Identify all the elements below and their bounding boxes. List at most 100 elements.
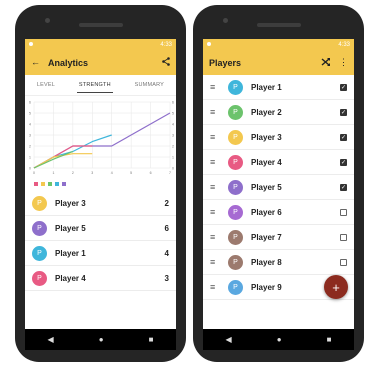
player-checkbox[interactable]: ✓ xyxy=(340,108,347,116)
avatar: P xyxy=(32,245,47,261)
page-title: Players xyxy=(209,57,242,68)
player-checkbox[interactable] xyxy=(340,233,347,241)
avatar: P xyxy=(228,79,243,95)
list-item[interactable]: P Player 3 2 xyxy=(25,191,176,216)
camera xyxy=(45,18,50,23)
x-tick-label: 0 xyxy=(33,171,35,175)
list-item[interactable]: ≡ P Player 3 ✓ xyxy=(203,125,354,150)
drag-handle-icon[interactable]: ≡ xyxy=(210,232,224,242)
nav-home-icon[interactable]: ● xyxy=(99,335,104,344)
nav-home-icon[interactable]: ● xyxy=(277,335,282,344)
strength-chart: 0123456700112233445566 xyxy=(25,96,176,191)
nav-recents-icon[interactable]: ■ xyxy=(327,335,332,344)
player-name: Player 5 xyxy=(251,182,282,192)
player-name: Player 7 xyxy=(251,232,282,242)
x-tick-label: 6 xyxy=(150,171,152,175)
page-title: Analytics xyxy=(48,57,89,68)
x-tick-label: 2 xyxy=(72,171,74,175)
list-item[interactable]: P Player 5 6 xyxy=(25,216,176,241)
x-tick-label: 7 xyxy=(169,171,171,175)
avatar: P xyxy=(32,220,47,236)
tab-summary[interactable]: SUMMARY xyxy=(135,75,164,95)
avatar: P xyxy=(228,229,243,245)
list-item[interactable]: P Player 1 4 xyxy=(25,241,176,266)
player-checkbox[interactable]: ✓ xyxy=(340,83,347,91)
back-arrow-icon[interactable]: ← xyxy=(31,58,40,67)
list-item[interactable]: ≡ P Player 1 ✓ xyxy=(203,75,354,100)
camera xyxy=(223,18,228,23)
legend-swatch xyxy=(48,182,52,186)
nav-back-icon[interactable]: ◀ xyxy=(48,335,54,344)
player-scores-list: P Player 3 2 P Player 5 6 P Player 1 4 P Player 4 3 xyxy=(25,191,176,291)
player-checkbox[interactable]: ✓ xyxy=(340,158,347,166)
nav-bar: ◀ ● ■ xyxy=(203,329,354,350)
speaker xyxy=(257,23,301,27)
list-item[interactable]: ≡ P Player 8 xyxy=(203,250,354,275)
y-tick-label: 1 xyxy=(29,155,31,159)
player-checkbox[interactable] xyxy=(340,208,347,216)
y-tick-label: 0 xyxy=(29,166,31,170)
list-item[interactable]: ≡ P Player 5 ✓ xyxy=(203,175,354,200)
app-bar: ← Analytics xyxy=(25,50,176,75)
player-name: Player 8 xyxy=(251,257,282,267)
y-tick-label-right: 3 xyxy=(172,133,174,137)
list-item[interactable]: ≡ P Player 7 xyxy=(203,225,354,250)
avatar: P xyxy=(228,279,243,295)
avatar: P xyxy=(228,254,243,270)
drag-handle-icon[interactable]: ≡ xyxy=(210,182,224,192)
list-item[interactable]: ≡ P Player 4 ✓ xyxy=(203,150,354,175)
player-checkbox[interactable] xyxy=(340,258,347,266)
status-time: 4:33 xyxy=(160,41,172,48)
nav-bar: ◀ ● ■ xyxy=(25,329,176,350)
players-screen: 4:33 Players ⋮ ≡ P Player 1 ✓ ≡ P Player 2 ✓ ≡ P P… xyxy=(203,39,354,329)
y-tick-label-right: 4 xyxy=(172,122,174,126)
tab-bar: LEVEL STRENGTH SUMMARY xyxy=(25,75,176,96)
app-bar: Players ⋮ xyxy=(203,50,354,75)
add-player-button[interactable]: + xyxy=(324,275,348,299)
drag-handle-icon[interactable]: ≡ xyxy=(210,107,224,117)
legend-swatch xyxy=(55,182,59,186)
drag-handle-icon[interactable]: ≡ xyxy=(210,257,224,267)
nav-recents-icon[interactable]: ■ xyxy=(149,335,154,344)
player-name: Player 2 xyxy=(251,107,282,117)
list-item[interactable]: ≡ P Player 2 ✓ xyxy=(203,100,354,125)
nav-back-icon[interactable]: ◀ xyxy=(226,335,232,344)
drag-handle-icon[interactable]: ≡ xyxy=(210,132,224,142)
tab-level[interactable]: LEVEL xyxy=(37,75,55,95)
drag-handle-icon[interactable]: ≡ xyxy=(210,282,224,292)
avatar: P xyxy=(228,104,243,120)
avatar: P xyxy=(32,270,47,286)
chart-legend xyxy=(34,182,66,186)
drag-handle-icon[interactable]: ≡ xyxy=(210,157,224,167)
y-tick-label: 2 xyxy=(29,144,31,148)
legend-swatch xyxy=(34,182,38,186)
list-item[interactable]: ≡ P Player 6 xyxy=(203,200,354,225)
player-name: Player 4 xyxy=(55,273,86,283)
y-tick-label-right: 2 xyxy=(172,144,174,148)
list-item[interactable]: P Player 4 3 xyxy=(25,266,176,291)
share-icon[interactable] xyxy=(162,57,170,68)
y-tick-label: 4 xyxy=(29,122,31,126)
players-list: ≡ P Player 1 ✓ ≡ P Player 2 ✓ ≡ P Player 3 ✓ ≡ P Playe… xyxy=(203,75,354,300)
player-name: Player 1 xyxy=(251,82,282,92)
tab-strength[interactable]: STRENGTH xyxy=(76,75,113,95)
x-tick-label: 4 xyxy=(111,171,113,175)
series-line xyxy=(33,112,171,169)
avatar: P xyxy=(228,204,243,220)
y-tick-label-right: 1 xyxy=(172,155,174,159)
status-bar: 4:33 xyxy=(25,39,176,50)
player-score: 4 xyxy=(164,248,169,258)
player-score: 3 xyxy=(164,273,169,283)
avatar: P xyxy=(228,129,243,145)
speaker xyxy=(79,23,123,27)
y-tick-label: 6 xyxy=(29,100,31,104)
player-checkbox[interactable]: ✓ xyxy=(340,183,347,191)
player-checkbox[interactable]: ✓ xyxy=(340,133,347,141)
x-tick-label: 5 xyxy=(130,171,132,175)
more-vert-icon[interactable]: ⋮ xyxy=(339,58,348,67)
y-tick-label-right: 5 xyxy=(172,111,174,115)
drag-handle-icon[interactable]: ≡ xyxy=(210,82,224,92)
drag-handle-icon[interactable]: ≡ xyxy=(210,207,224,217)
player-name: Player 5 xyxy=(55,223,86,233)
shuffle-icon[interactable] xyxy=(321,57,330,68)
